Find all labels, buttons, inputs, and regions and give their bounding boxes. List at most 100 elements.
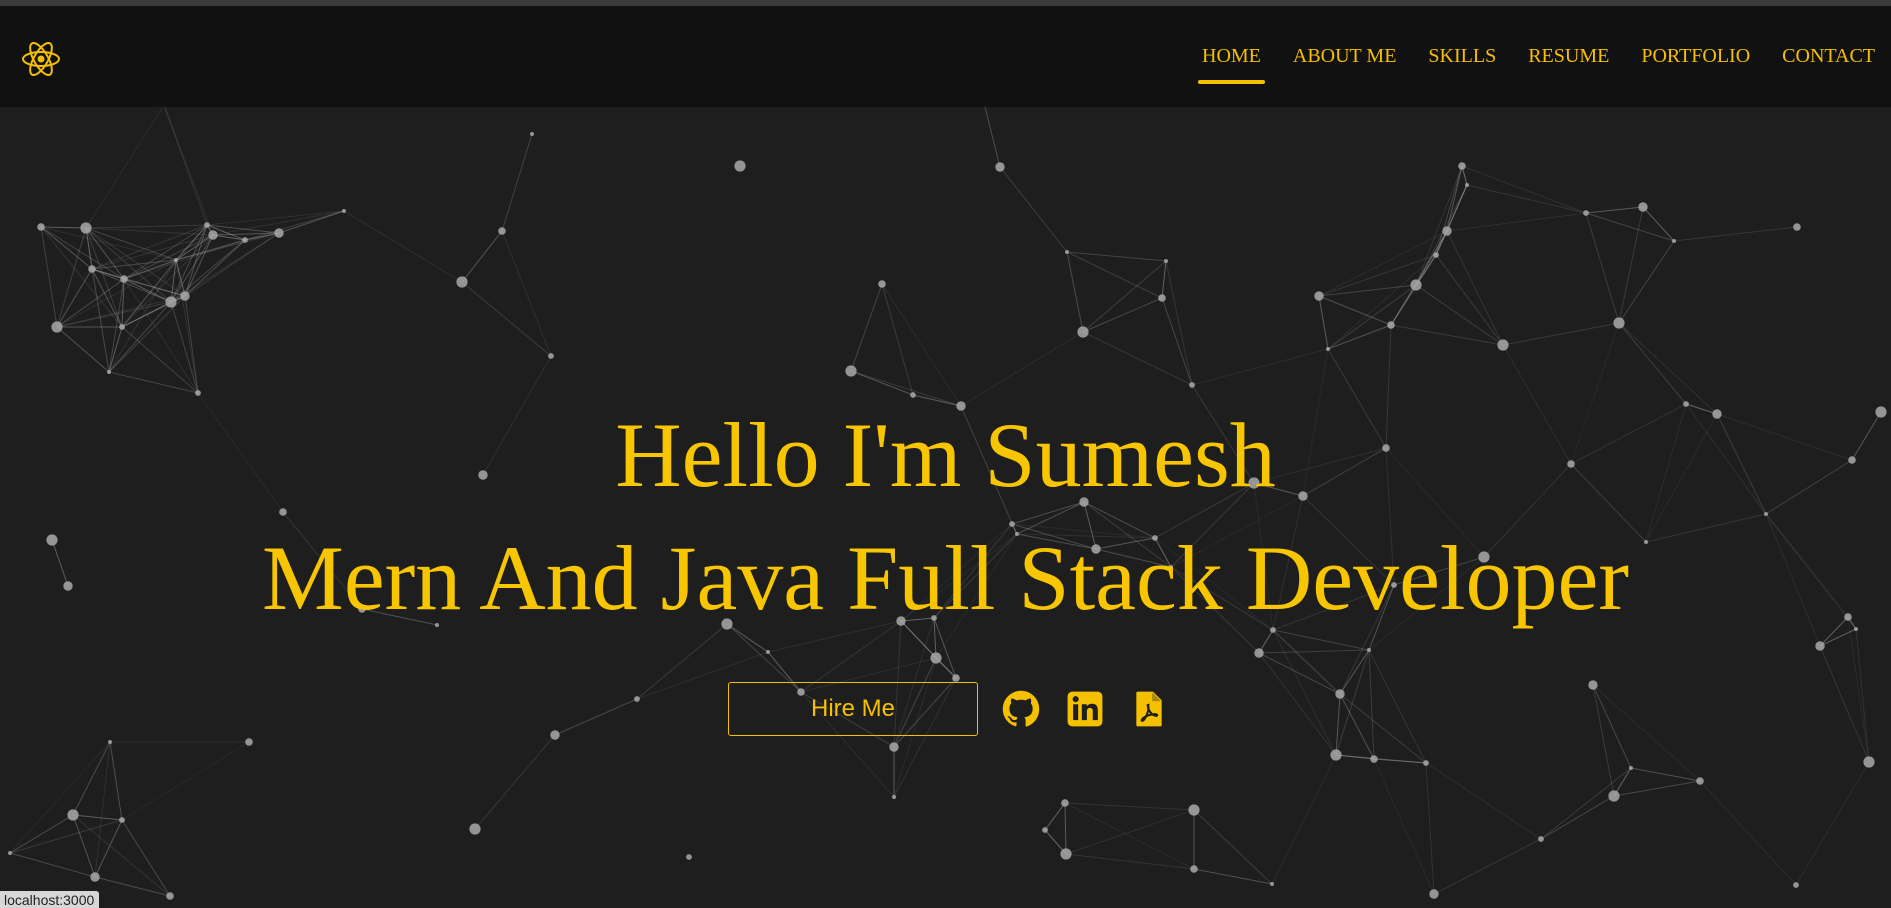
particle-link — [1592, 684, 1632, 769]
particle-node — [1458, 162, 1466, 170]
particle-node — [1793, 882, 1799, 888]
particle-node — [174, 258, 178, 262]
particle-link — [1819, 645, 1870, 763]
nav-menu: HOME ABOUT ME SKILLS RESUME PORTFOLIO CO… — [1186, 6, 1891, 107]
particle-link — [85, 227, 177, 261]
particle-link — [984, 107, 1001, 168]
particle-link — [1272, 629, 1370, 651]
particle-link — [1415, 165, 1463, 286]
particle-link — [461, 230, 503, 283]
hire-me-button[interactable]: Hire Me — [728, 682, 978, 736]
particle-node — [1442, 226, 1452, 236]
particle-node — [1588, 680, 1598, 690]
nav-item-about-me[interactable]: ABOUT ME — [1277, 6, 1413, 107]
github-link[interactable] — [1000, 688, 1042, 730]
particle-node — [1672, 239, 1676, 243]
particle-link — [108, 371, 199, 394]
pdf-resume-icon — [1136, 691, 1162, 727]
particle-node — [1497, 339, 1509, 351]
particle-node — [845, 365, 857, 377]
particle-node — [734, 160, 746, 172]
particle-link — [1339, 649, 1370, 695]
particle-link — [9, 814, 74, 854]
particle-link — [1502, 322, 1620, 346]
particle-link — [1585, 206, 1644, 214]
particle-link — [1461, 165, 1587, 214]
particle-link — [461, 281, 552, 357]
particle-link — [881, 283, 914, 396]
particle-link — [1630, 767, 1701, 782]
particle-node — [1583, 210, 1589, 216]
particle-node — [120, 275, 128, 283]
particle-link — [1044, 802, 1066, 831]
nav-item-resume[interactable]: RESUME — [1512, 6, 1625, 107]
particle-node — [1433, 252, 1439, 258]
particle-node — [165, 296, 177, 308]
resume-pdf-link[interactable] — [1128, 688, 1170, 730]
linkedin-icon — [1067, 691, 1103, 727]
particle-link — [1272, 629, 1337, 756]
nav-item-portfolio[interactable]: PORTFOLIO — [1625, 6, 1766, 107]
particle-link — [501, 230, 552, 357]
linkedin-link[interactable] — [1064, 688, 1106, 730]
nav-item-home[interactable]: HOME — [1186, 6, 1277, 107]
particle-node — [119, 324, 125, 330]
particle-node — [550, 730, 560, 740]
particle-link — [1161, 260, 1167, 299]
particle-link — [1585, 212, 1620, 324]
particle-node — [195, 390, 201, 396]
particle-node — [107, 370, 111, 374]
particle-node — [8, 851, 12, 855]
particle-node — [1613, 317, 1625, 329]
particle-node — [1326, 347, 1330, 351]
particle-link — [501, 133, 533, 232]
particle-link — [109, 741, 123, 821]
hero-title-greeting: Hello I'm Sumesh — [615, 404, 1276, 506]
particle-node — [274, 228, 284, 238]
particle-link — [1327, 324, 1392, 350]
particle-link — [1618, 322, 1687, 405]
particle-node — [1254, 648, 1264, 658]
particle-link — [40, 226, 87, 229]
particle-link — [9, 819, 123, 854]
particle-node — [1164, 259, 1168, 263]
particle-node — [1188, 804, 1200, 816]
particle-node — [51, 321, 63, 333]
particle-link — [1435, 254, 1504, 346]
particle-link — [9, 741, 111, 854]
react-atom-icon[interactable] — [20, 38, 62, 80]
particle-link — [85, 224, 208, 229]
particle-link — [1425, 762, 1435, 895]
particle-link — [94, 741, 111, 878]
particle-node — [342, 209, 346, 213]
particle-link — [56, 268, 93, 328]
particle-link — [474, 734, 556, 830]
particle-link — [850, 283, 883, 372]
particle-node — [892, 795, 896, 799]
particle-link — [94, 819, 123, 878]
particle-node — [1042, 827, 1048, 833]
nav-item-contact[interactable]: CONTACT — [1766, 6, 1891, 107]
particle-link — [72, 741, 111, 816]
particle-link — [1165, 260, 1193, 386]
particle-link — [1540, 767, 1632, 840]
particle-node — [1793, 223, 1801, 231]
particle-node — [90, 872, 100, 882]
particle-node — [1370, 755, 1378, 763]
particle-link — [1066, 251, 1084, 333]
particle-node — [1608, 790, 1620, 802]
particle-node — [530, 132, 534, 136]
particle-link — [1327, 254, 1437, 350]
particle-link — [1613, 780, 1701, 797]
particle-link — [1373, 758, 1435, 895]
particle-link — [1271, 754, 1337, 885]
particle-link — [1466, 184, 1587, 214]
nav-item-skills[interactable]: SKILLS — [1412, 6, 1512, 107]
particle-link — [121, 819, 171, 897]
particle-node — [1538, 836, 1544, 842]
particle-link — [1064, 802, 1195, 870]
particle-link — [212, 234, 246, 241]
particle-node — [1330, 749, 1342, 761]
particle-link — [121, 741, 250, 821]
particle-node — [1638, 202, 1648, 212]
